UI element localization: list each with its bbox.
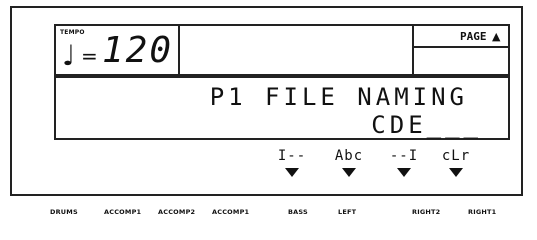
softkey-label: --I — [389, 148, 419, 164]
softkey-cursor-right[interactable]: --I — [384, 148, 424, 177]
tempo-equals: = — [81, 44, 98, 68]
lcd-display: TEMPO ♩ = 120 PAGE ▲ P1 FILE NAMING CDE_… — [10, 6, 523, 196]
softkey-label: Abc — [334, 148, 364, 164]
file-name-entry: CDE___ — [371, 111, 482, 139]
tempo-panel: TEMPO ♩ = 120 — [54, 24, 180, 76]
track-labels-row: DRUMS ACCOMP1 ACCOMP2 ACCOMP1 BASS LEFT … — [0, 208, 537, 223]
track-label: BASS — [288, 208, 308, 216]
track-label: ACCOMP1 — [104, 208, 142, 216]
down-arrow-icon — [397, 168, 411, 177]
track-label: RIGHT2 — [412, 208, 441, 216]
softkey-label: cLr — [441, 148, 471, 164]
page-label: PAGE — [460, 30, 487, 43]
down-arrow-icon — [285, 168, 299, 177]
down-arrow-icon — [342, 168, 356, 177]
quarter-note-icon: ♩ — [62, 39, 76, 72]
page-panel: PAGE ▲ — [412, 24, 510, 76]
softkey-label: I-- — [277, 148, 307, 164]
message-panel: P1 FILE NAMING CDE___ — [54, 76, 510, 140]
softkey-clear[interactable]: cLr — [436, 148, 476, 177]
track-label: DRUMS — [50, 208, 78, 216]
softkey-cursor-left[interactable]: I-- — [272, 148, 312, 177]
page-up-arrow-icon: ▲ — [492, 30, 501, 43]
blank-panel — [178, 24, 414, 76]
softkey-case[interactable]: Abc — [329, 148, 369, 177]
track-label: ACCOMP2 — [158, 208, 196, 216]
page-header: PAGE ▲ — [414, 26, 508, 48]
track-label: LEFT — [338, 208, 357, 216]
tempo-value: 120 — [102, 30, 174, 71]
message-title: P1 FILE NAMING — [209, 83, 468, 111]
tempo-label: TEMPO — [60, 29, 85, 36]
track-label: RIGHT1 — [468, 208, 497, 216]
down-arrow-icon — [449, 168, 463, 177]
track-label: ACCOMP1 — [212, 208, 250, 216]
